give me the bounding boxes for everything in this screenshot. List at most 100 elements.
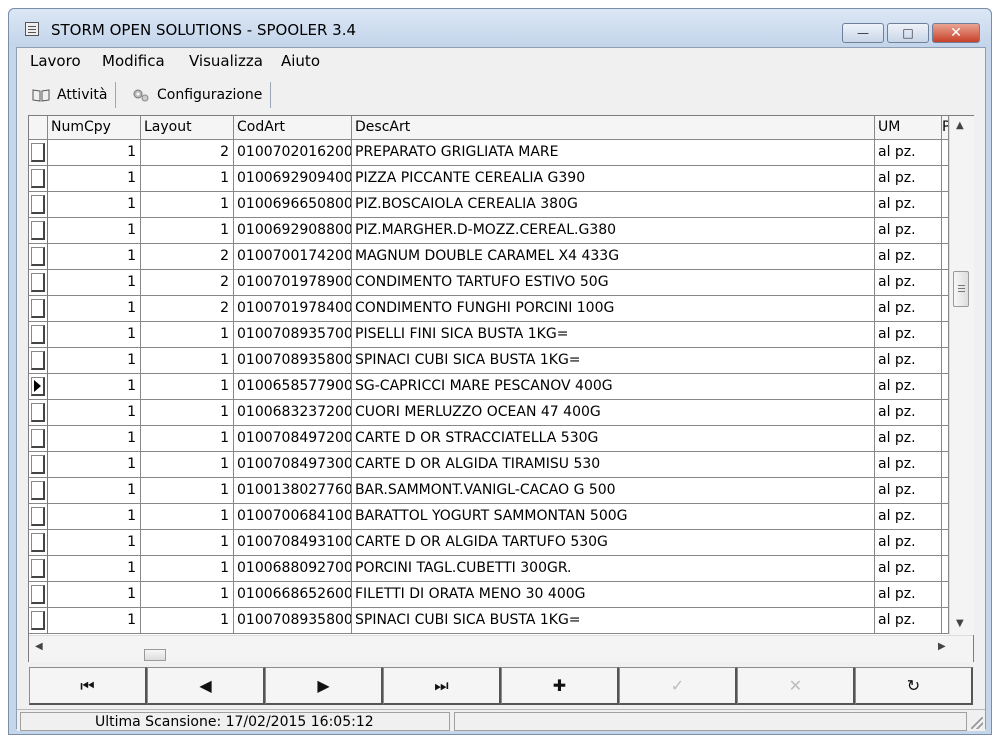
row-indicator[interactable] [29, 218, 48, 244]
cell-codart[interactable]: 0100668652600 [234, 582, 352, 608]
cell-layout[interactable]: 2 [141, 270, 234, 296]
cell-p[interactable] [942, 166, 949, 192]
table-row[interactable]: 1 2 0100702016200 PREPARATO GRIGLIATA MARE a… [29, 140, 949, 166]
cell-um[interactable]: al pz. [875, 244, 942, 270]
first-record-button[interactable]: ⏮ [29, 667, 147, 705]
column-header-layout[interactable]: Layout [141, 116, 234, 140]
cell-p[interactable] [942, 478, 949, 504]
cell-numcpy[interactable]: 1 [48, 192, 141, 218]
next-record-button[interactable]: ▶ [265, 667, 383, 705]
row-indicator-button[interactable] [31, 507, 45, 526]
cell-numcpy[interactable]: 1 [48, 426, 141, 452]
row-indicator[interactable] [29, 452, 48, 478]
column-header-p[interactable]: P [942, 116, 949, 140]
cell-numcpy[interactable]: 1 [48, 400, 141, 426]
cell-um[interactable]: al pz. [875, 166, 942, 192]
cell-p[interactable] [942, 556, 949, 582]
cell-descart[interactable]: PIZZA PICCANTE CEREALIA G390 [352, 166, 875, 192]
cell-codart[interactable]: 0100708497200 [234, 426, 352, 452]
cell-p[interactable] [942, 374, 949, 400]
cell-descart[interactable]: FILETTI DI ORATA MENO 30 400G [352, 582, 875, 608]
cell-layout[interactable]: 2 [141, 244, 234, 270]
cell-layout[interactable]: 2 [141, 296, 234, 322]
cell-codart[interactable]: 0100658577900 [234, 374, 352, 400]
table-row[interactable]: 1 1 0100708935700 PISELLI FINI SICA BUSTA 1… [29, 322, 949, 348]
row-indicator-button[interactable] [31, 273, 45, 292]
cell-codart[interactable]: 0100708935700 [234, 322, 352, 348]
scroll-down-arrow-icon[interactable]: ▼ [956, 618, 964, 629]
table-row[interactable]: 1 1 0100668652600 FILETTI DI ORATA MENO 30 … [29, 582, 949, 608]
scroll-left-arrow-icon[interactable]: ◀ [35, 641, 43, 652]
row-indicator[interactable] [29, 374, 48, 400]
row-indicator-button[interactable] [31, 403, 45, 422]
cell-codart[interactable]: 0100688092700 [234, 556, 352, 582]
cell-descart[interactable]: PORCINI TAGL.CUBETTI 300GR. [352, 556, 875, 582]
cell-um[interactable]: al pz. [875, 374, 942, 400]
cell-p[interactable] [942, 218, 949, 244]
table-row[interactable]: 1 1 0100708497300 CARTE D OR ALGIDA TIRAMIS… [29, 452, 949, 478]
cell-layout[interactable]: 1 [141, 348, 234, 374]
row-indicator[interactable] [29, 530, 48, 556]
cell-layout[interactable]: 1 [141, 608, 234, 634]
row-indicator-button[interactable] [31, 247, 45, 266]
cell-p[interactable] [942, 400, 949, 426]
row-indicator-button[interactable] [31, 455, 45, 474]
cell-numcpy[interactable]: 1 [48, 608, 141, 634]
cell-codart[interactable]: 0100700174200 [234, 244, 352, 270]
menu-modifica[interactable]: Modifica [102, 52, 165, 70]
cell-numcpy[interactable]: 1 [48, 348, 141, 374]
cell-p[interactable] [942, 296, 949, 322]
row-indicator-button[interactable] [31, 429, 45, 448]
vertical-scrollbar[interactable]: ▲ ▼ [949, 116, 974, 635]
close-button[interactable]: ✕ [932, 23, 980, 43]
cell-layout[interactable]: 1 [141, 582, 234, 608]
cell-layout[interactable]: 1 [141, 504, 234, 530]
cell-p[interactable] [942, 140, 949, 166]
row-indicator-button[interactable] [31, 533, 45, 552]
table-row[interactable]: 1 1 0100696650800 PIZ.BOSCAIOLA CEREALIA 38… [29, 192, 949, 218]
cell-um[interactable]: al pz. [875, 582, 942, 608]
cell-descart[interactable]: PIZ.MARGHER.D-MOZZ.CEREAL.G380 [352, 218, 875, 244]
row-indicator[interactable] [29, 608, 48, 634]
cell-codart[interactable]: 0100692908800 [234, 218, 352, 244]
cell-descart[interactable]: CONDIMENTO TARTUFO ESTIVO 50G [352, 270, 875, 296]
cell-um[interactable]: al pz. [875, 218, 942, 244]
horizontal-scrollbar[interactable]: ◀ ▶ [29, 635, 973, 662]
scroll-up-arrow-icon[interactable]: ▲ [956, 120, 964, 131]
menu-aiuto[interactable]: Aiuto [281, 52, 320, 70]
table-row[interactable]: 1 1 0100692908800 PIZ.MARGHER.D-MOZZ.CEREAL… [29, 218, 949, 244]
row-indicator[interactable] [29, 244, 48, 270]
cell-um[interactable]: al pz. [875, 400, 942, 426]
table-row[interactable]: 1 1 0100708497200 CARTE D OR STRACCIATELLA … [29, 426, 949, 452]
column-header-codart[interactable]: CodArt [234, 116, 352, 140]
row-indicator[interactable] [29, 478, 48, 504]
scroll-right-arrow-icon[interactable]: ▶ [938, 641, 946, 652]
table-row[interactable]: 1 1 0100658577900 SG-CAPRICCI MARE PESCANOV… [29, 374, 949, 400]
cell-layout[interactable]: 1 [141, 452, 234, 478]
cell-descart[interactable]: MAGNUM DOUBLE CARAMEL X4 433G [352, 244, 875, 270]
cell-p[interactable] [942, 582, 949, 608]
column-header-um[interactable]: UM [875, 116, 942, 140]
cell-p[interactable] [942, 504, 949, 530]
row-indicator-button[interactable] [31, 325, 45, 344]
cell-numcpy[interactable]: 1 [48, 556, 141, 582]
cell-codart[interactable]: 0100702016200 [234, 140, 352, 166]
minimize-button[interactable]: — [842, 23, 884, 43]
cell-descart[interactable]: CARTE D OR STRACCIATELLA 530G [352, 426, 875, 452]
cell-descart[interactable]: PIZ.BOSCAIOLA CEREALIA 380G [352, 192, 875, 218]
cell-numcpy[interactable]: 1 [48, 270, 141, 296]
row-indicator-button[interactable] [31, 169, 45, 188]
cell-codart[interactable]: 0100708493100 [234, 530, 352, 556]
tab-configurazione[interactable]: Configurazione [131, 82, 272, 108]
table-row[interactable]: 1 1 0100708935800 SPINACI CUBI SICA BUSTA 1… [29, 348, 949, 374]
cell-layout[interactable]: 1 [141, 192, 234, 218]
cell-um[interactable]: al pz. [875, 192, 942, 218]
table-row[interactable]: 1 1 0100708935800 SPINACI CUBI SICA BUSTA 1… [29, 608, 949, 634]
table-row[interactable]: 1 1 0100683237200 CUORI MERLUZZO OCEAN 47 4… [29, 400, 949, 426]
row-indicator[interactable] [29, 556, 48, 582]
row-indicator[interactable] [29, 400, 48, 426]
row-indicator-button[interactable] [31, 351, 45, 370]
row-indicator-button[interactable] [31, 559, 45, 578]
cell-descart[interactable]: CARTE D OR ALGIDA TARTUFO 530G [352, 530, 875, 556]
cell-um[interactable]: al pz. [875, 140, 942, 166]
